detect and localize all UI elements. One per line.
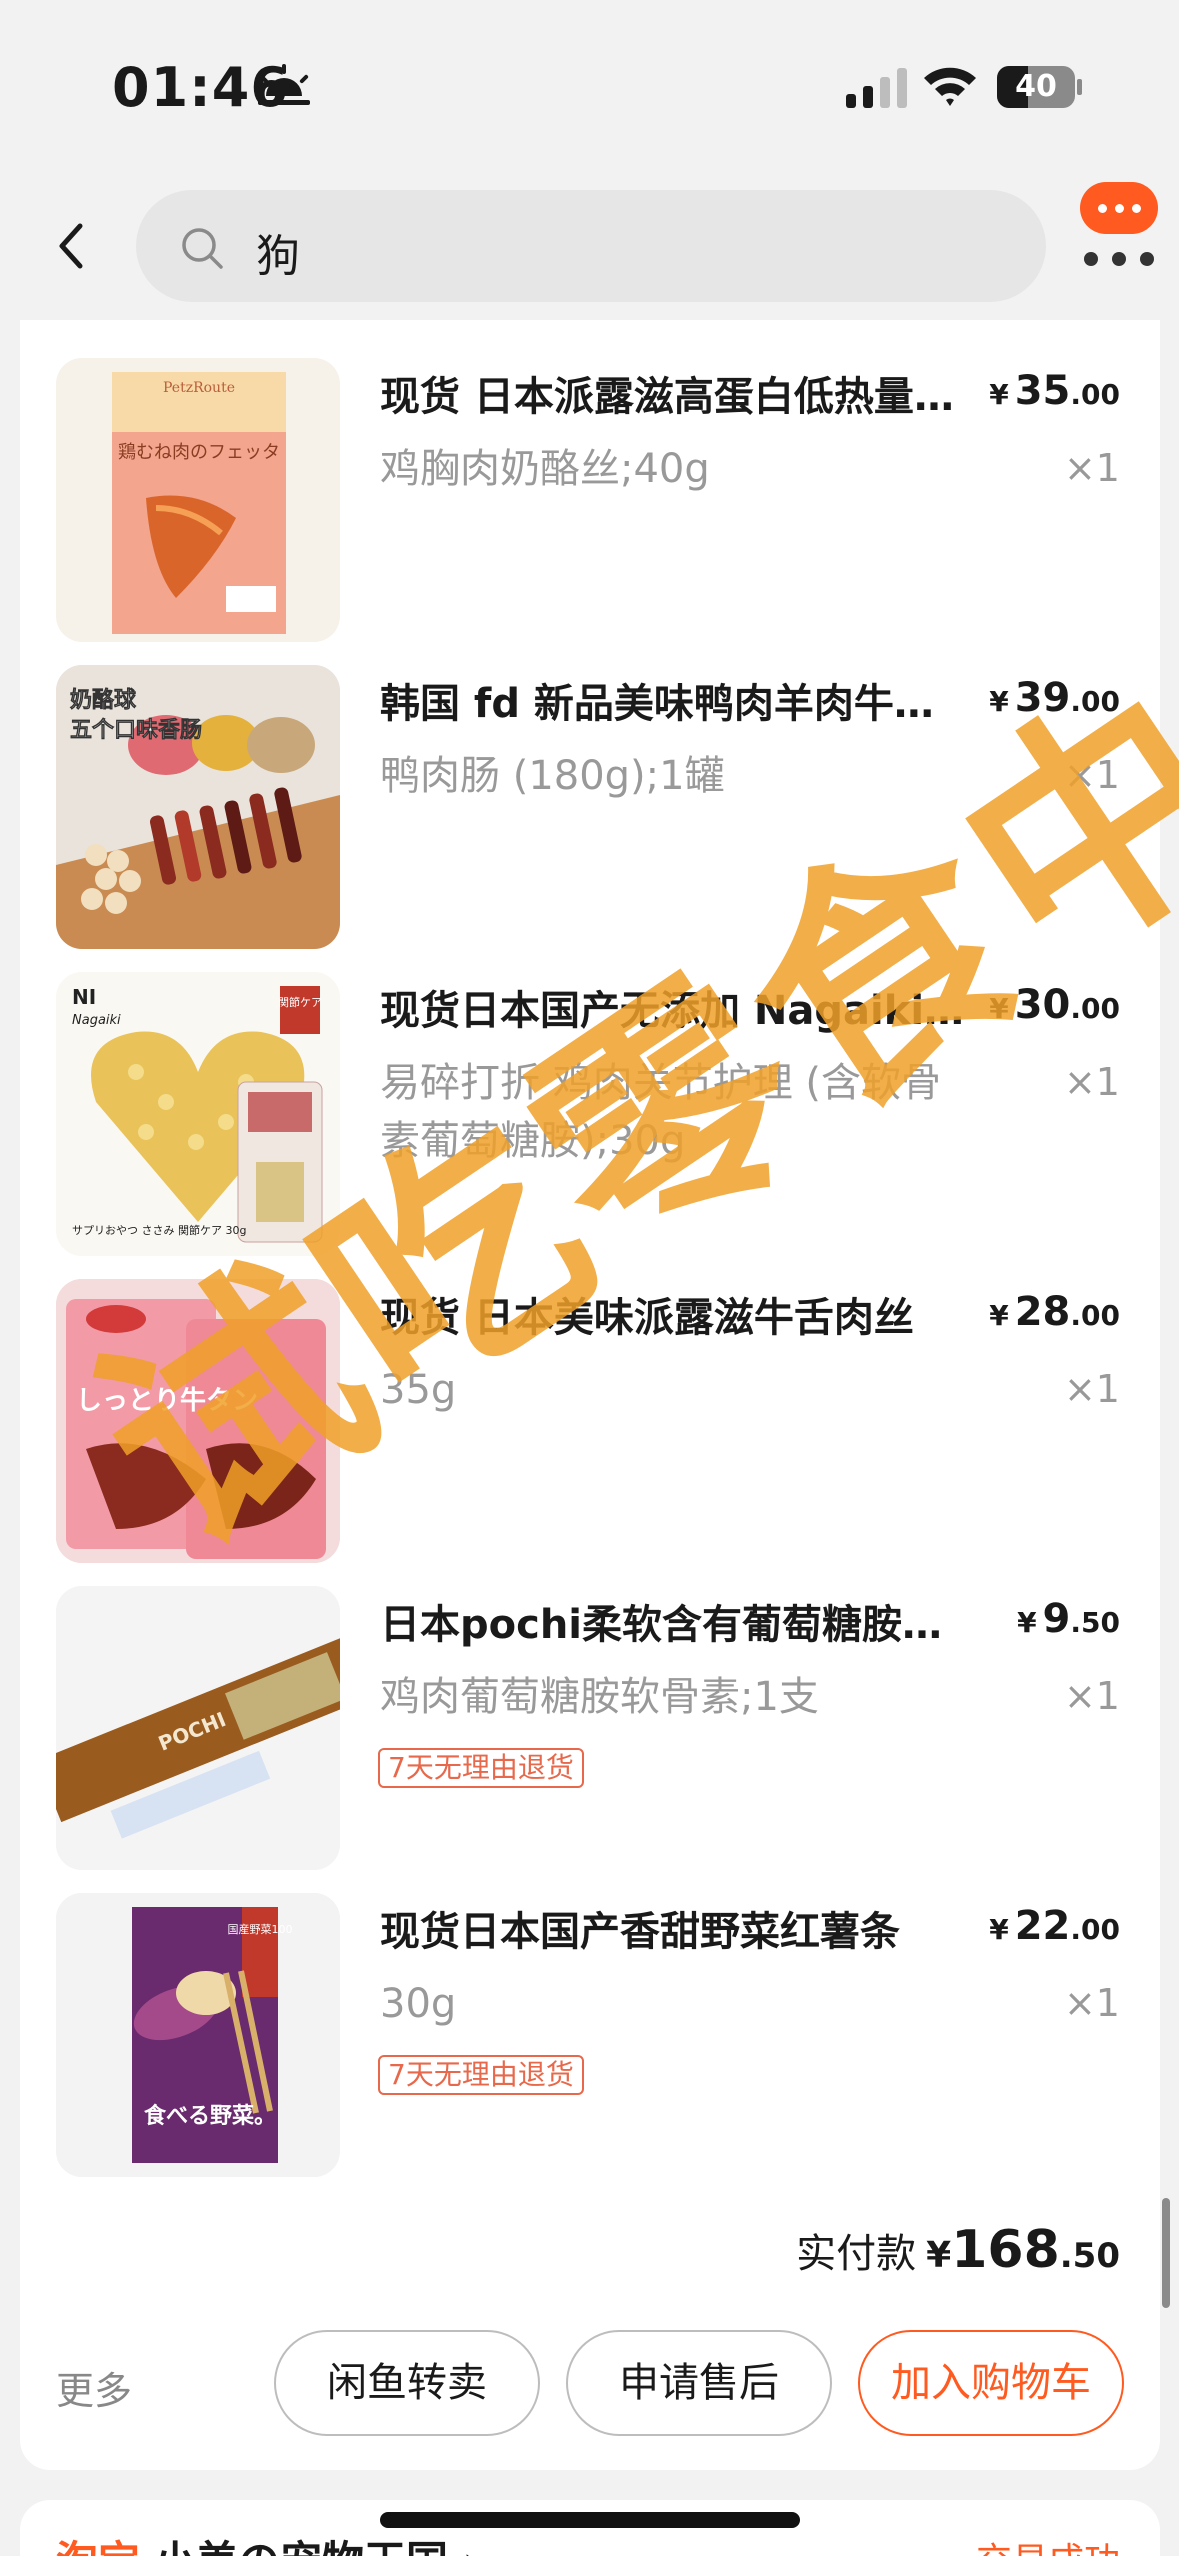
- item-spec: 鸡胸肉奶酪丝;40g: [380, 446, 710, 492]
- sunrise-icon: [258, 64, 310, 105]
- scrollbar[interactable]: [1162, 2198, 1170, 2308]
- search-query: 狗: [256, 231, 300, 282]
- total-amount: 168: [951, 2220, 1060, 2280]
- item-spec: 鸡肉葡萄糖胺软骨素;1支: [380, 1674, 819, 1720]
- image-text: 国産野菜100: [228, 1923, 293, 1936]
- image-text: サプリおやつ ささみ 関節ケア 30g: [72, 1223, 246, 1237]
- order-item[interactable]: 国産野菜100 食べる野菜。 现货日本国产香甜野菜红薯条 ¥22.00 30g …: [20, 1855, 1160, 2177]
- search-icon: [182, 228, 223, 269]
- order-item[interactable]: しっとり牛タン 现货 日本美味派露滋牛舌肉丝 ¥28.00 35g ×1: [20, 1241, 1160, 1563]
- battery-indicator: 40: [997, 66, 1082, 108]
- search-input[interactable]: 狗: [136, 190, 1046, 302]
- add-to-cart-button[interactable]: 加入购物车: [858, 2330, 1124, 2436]
- order-total: 实付款 ¥168.50: [796, 2220, 1120, 2280]
- item-price: ¥22.00: [989, 1903, 1120, 1949]
- order-actions: 更多 闲鱼转卖 申请售后 加入购物车: [20, 2330, 1160, 2440]
- item-quantity: ×1: [1063, 1981, 1120, 2025]
- item-title[interactable]: 日本pochi柔软含有葡萄糖胺鸡肉: [380, 1592, 970, 1650]
- image-text: 奶酪球: [70, 687, 137, 713]
- more-dots-icon: [1084, 252, 1154, 266]
- total-label: 实付款: [796, 2231, 917, 2277]
- image-text: 食べる野菜。: [144, 2103, 276, 2129]
- item-title[interactable]: 现货 日本美味派露滋牛舌肉丝: [380, 1285, 970, 1343]
- image-text: 鶏むね肉のフェッタ: [118, 442, 280, 463]
- item-title[interactable]: 现货 日本派露滋高蛋白低热量鸡胸肉奶酪丝: [380, 364, 970, 422]
- return-policy-badge: 7天无理由退货: [378, 2055, 584, 2095]
- product-thumbnail[interactable]: PetzRoute 鶏むね肉のフェッタ: [56, 358, 340, 642]
- wifi-icon: [924, 67, 976, 106]
- item-quantity: ×1: [1063, 1674, 1120, 1718]
- order-item[interactable]: 関節ケア NI Nagaiki サプリおやつ ささみ 関節ケア 30g 现货日本…: [20, 934, 1160, 1256]
- item-price: ¥35.00: [989, 368, 1120, 414]
- item-quantity: ×1: [1063, 1367, 1120, 1411]
- message-bubble-icon: [1080, 182, 1158, 234]
- item-quantity: ×1: [1063, 446, 1120, 490]
- product-thumbnail[interactable]: しっとり牛タン: [56, 1279, 340, 1563]
- shop-name[interactable]: 淘宝小美の宠物王国 ›: [56, 2528, 480, 2556]
- order-card: PetzRoute 鶏むね肉のフェッタ 现货 日本派露滋高蛋白低热量鸡胸肉奶酪丝…: [20, 320, 1160, 2470]
- item-spec: 易碎打折 鸡肉关节护理 (含软骨素葡萄糖胺);30g: [380, 1060, 942, 1164]
- product-thumbnail[interactable]: POCHI: [56, 1586, 340, 1870]
- order-status: 交易成功: [976, 2532, 1120, 2556]
- svg-text:NI: NI: [72, 985, 96, 1009]
- product-thumbnail[interactable]: 国産野菜100 食べる野菜。: [56, 1893, 340, 2177]
- item-title[interactable]: 现货日本国产无添加 Nagaiki 鸡肉关节护理: [380, 978, 970, 1036]
- after-sale-button[interactable]: 申请售后: [566, 2330, 832, 2436]
- item-price: ¥28.00: [989, 1289, 1120, 1335]
- item-spec: 35g: [380, 1367, 457, 1413]
- item-title[interactable]: 现货日本国产香甜野菜红薯条: [380, 1899, 970, 1957]
- item-price: ¥39.00: [989, 675, 1120, 721]
- item-price: ¥9.50: [1017, 1596, 1120, 1642]
- item-quantity: ×1: [1063, 1060, 1120, 1104]
- item-spec: 鸭肉肠 (180g);1罐: [380, 753, 725, 799]
- resell-button[interactable]: 闲鱼转卖: [274, 2330, 540, 2436]
- order-item[interactable]: PetzRoute 鶏むね肉のフェッタ 现货 日本派露滋高蛋白低热量鸡胸肉奶酪丝…: [20, 320, 1160, 642]
- item-quantity: ×1: [1063, 753, 1120, 797]
- more-actions-link[interactable]: 更多: [56, 2360, 132, 2415]
- taobao-logo: 淘宝: [56, 2537, 140, 2556]
- image-text: しっとり牛タン: [76, 1386, 258, 1416]
- item-spec: 30g: [380, 1981, 457, 2027]
- battery-percent: 40: [1015, 69, 1057, 104]
- back-icon[interactable]: [50, 220, 96, 272]
- cellular-signal-icon: [846, 68, 907, 108]
- order-item[interactable]: POCHI 日本pochi柔软含有葡萄糖胺鸡肉 ¥9.50 鸡肉葡萄糖胺软骨素;…: [20, 1548, 1160, 1870]
- home-indicator[interactable]: [380, 2512, 800, 2528]
- nav-bar: 狗: [0, 170, 1179, 320]
- image-text: 五个口味香肠: [70, 718, 202, 743]
- image-text: Nagaiki: [72, 1013, 121, 1028]
- order-item[interactable]: 奶酪球 五个口味香肠 韩国 fd 新品美味鸭肉羊肉牛肉肠 ¥39.00 鸭肉肠 …: [20, 627, 1160, 949]
- item-price: ¥30.00: [989, 982, 1120, 1028]
- status-bar: 01:46 40: [0, 0, 1179, 170]
- image-text: 関節ケア: [278, 995, 322, 1009]
- product-thumbnail[interactable]: 関節ケア NI Nagaiki サプリおやつ ささみ 関節ケア 30g: [56, 972, 340, 1256]
- next-order-card[interactable]: 淘宝小美の宠物王国 › 交易成功: [20, 2500, 1160, 2556]
- item-title[interactable]: 韩国 fd 新品美味鸭肉羊肉牛肉肠: [380, 671, 970, 729]
- more-menu-button[interactable]: [1076, 182, 1160, 274]
- product-thumbnail[interactable]: 奶酪球 五个口味香肠: [56, 665, 340, 949]
- svg-text:PetzRoute: PetzRoute: [163, 380, 235, 396]
- return-policy-badge: 7天无理由退货: [378, 1748, 584, 1788]
